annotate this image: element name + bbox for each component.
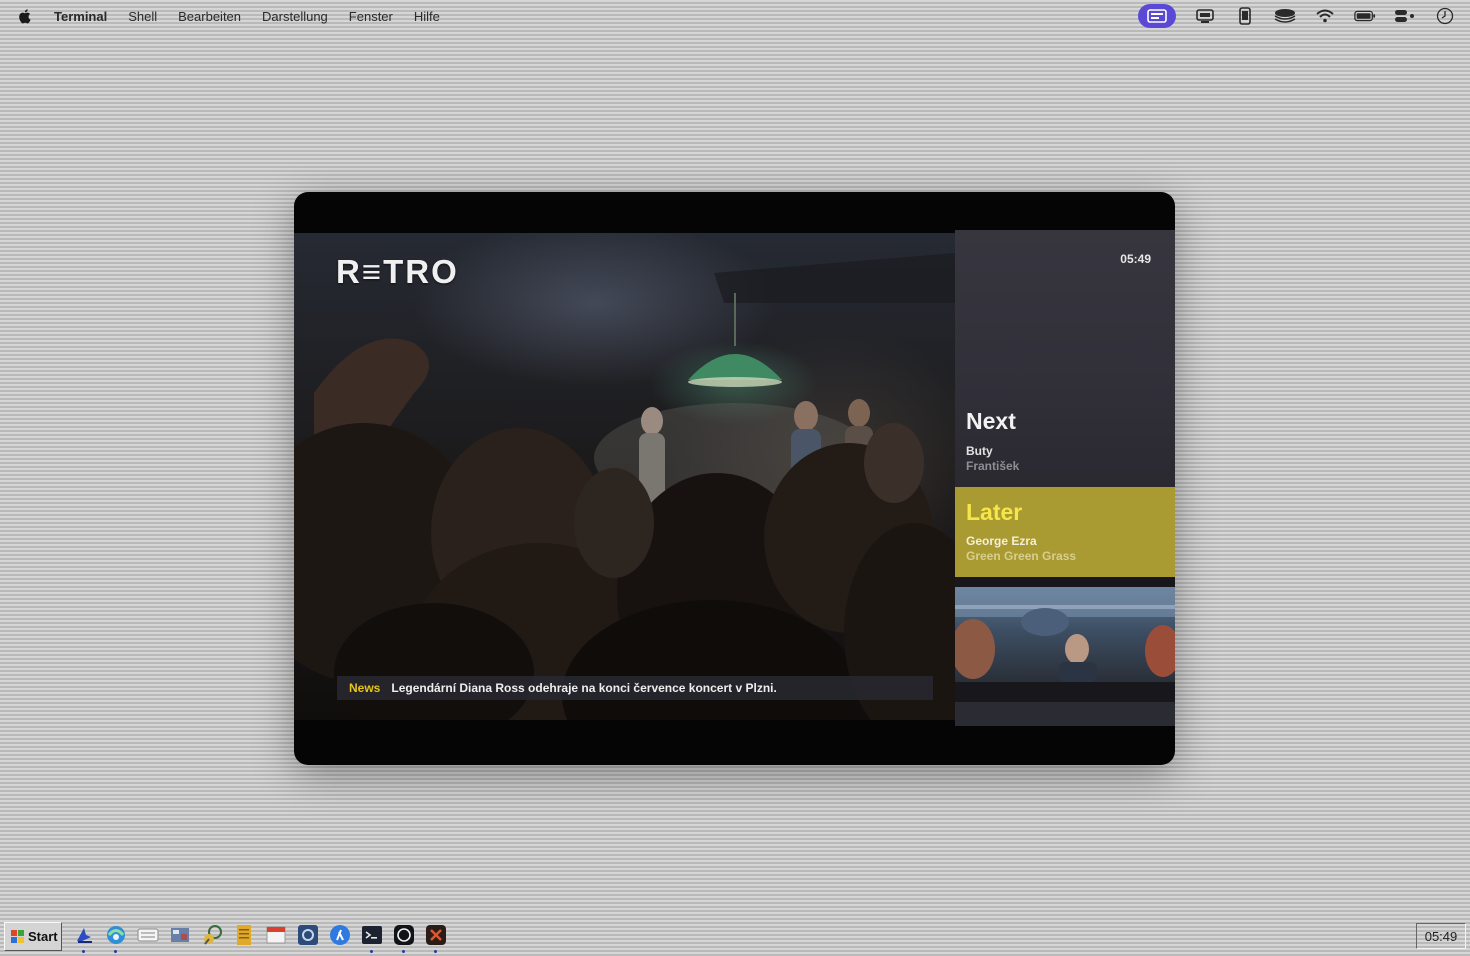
menu-hilfe[interactable]: Hilfe <box>414 9 440 24</box>
panel-clock: 05:49 <box>1120 252 1151 266</box>
news-tag: News <box>349 681 381 695</box>
later-block: Later George Ezra Green Green Grass <box>955 487 1175 577</box>
system-settings-icon[interactable] <box>296 922 319 948</box>
concert-scene <box>294 253 955 720</box>
stack-icon[interactable] <box>1274 7 1296 25</box>
next-artist: Buty <box>966 444 993 458</box>
network-icon[interactable] <box>200 922 223 948</box>
menu-app-name[interactable]: Terminal <box>54 9 107 24</box>
taskbar-apps <box>72 922 447 953</box>
status-area <box>1138 4 1456 28</box>
start-label: Start <box>28 929 58 944</box>
finder-icon[interactable] <box>72 922 95 953</box>
taskbar-clock[interactable]: 05:49 <box>1416 923 1466 949</box>
apple-menu-icon[interactable] <box>18 8 34 24</box>
news-ticker: News Legendární Diana Ross odehraje na k… <box>337 676 933 700</box>
later-heading: Later <box>966 499 1023 525</box>
next-title: František <box>966 459 1020 473</box>
windows-logo-icon <box>11 929 25 944</box>
later-artist: George Ezra <box>966 534 1037 548</box>
later-title: Green Green Grass <box>966 549 1077 563</box>
keyboard-icon[interactable] <box>136 922 159 948</box>
next-heading: Next <box>966 408 1016 434</box>
browser-icon[interactable] <box>104 922 127 953</box>
menu-shell[interactable]: Shell <box>128 9 157 24</box>
start-button[interactable]: Start <box>4 922 62 951</box>
taskbar: Start 05:49 <box>0 918 1470 956</box>
menu-bearbeiten[interactable]: Bearbeiten <box>178 9 241 24</box>
playlist-panel: 05:49 Next Buty František Later George E… <box>955 230 1175 726</box>
wifi-icon[interactable] <box>1314 7 1336 25</box>
app-icon[interactable] <box>424 922 447 953</box>
news-text: Legendární Diana Ross odehraje na konci … <box>391 681 777 695</box>
app-store-icon[interactable] <box>328 922 351 948</box>
menu-bar: Terminal Shell Bearbeiten Darstellung Fe… <box>0 0 1470 32</box>
terminal-icon[interactable] <box>360 922 383 953</box>
preview-thumbnail <box>955 587 1175 682</box>
phone-icon[interactable] <box>1234 7 1256 25</box>
screen-mirroring-icon[interactable] <box>1138 4 1176 28</box>
control-center-icon[interactable] <box>1394 7 1416 25</box>
menu-fenster[interactable]: Fenster <box>349 9 393 24</box>
battery-icon[interactable] <box>1354 7 1376 25</box>
video-frame[interactable]: R≡TRO News Legendární Diana Ross odehraj… <box>294 233 955 720</box>
photos-icon[interactable] <box>168 922 191 948</box>
display-icon[interactable] <box>1194 7 1216 25</box>
next-block: 05:49 Next Buty František <box>955 230 1175 487</box>
menu-darstellung[interactable]: Darstellung <box>262 9 328 24</box>
calendar-icon[interactable] <box>264 922 287 948</box>
preview-caption-bar <box>955 702 1175 726</box>
clock-icon[interactable] <box>1434 7 1456 25</box>
notes-icon[interactable] <box>232 922 255 948</box>
chatgpt-icon[interactable] <box>392 922 415 953</box>
channel-logo: R≡TRO <box>336 253 459 290</box>
video-player-window[interactable]: R≡TRO News Legendární Diana Ross odehraj… <box>294 192 1175 765</box>
preview-scene <box>955 587 1175 682</box>
